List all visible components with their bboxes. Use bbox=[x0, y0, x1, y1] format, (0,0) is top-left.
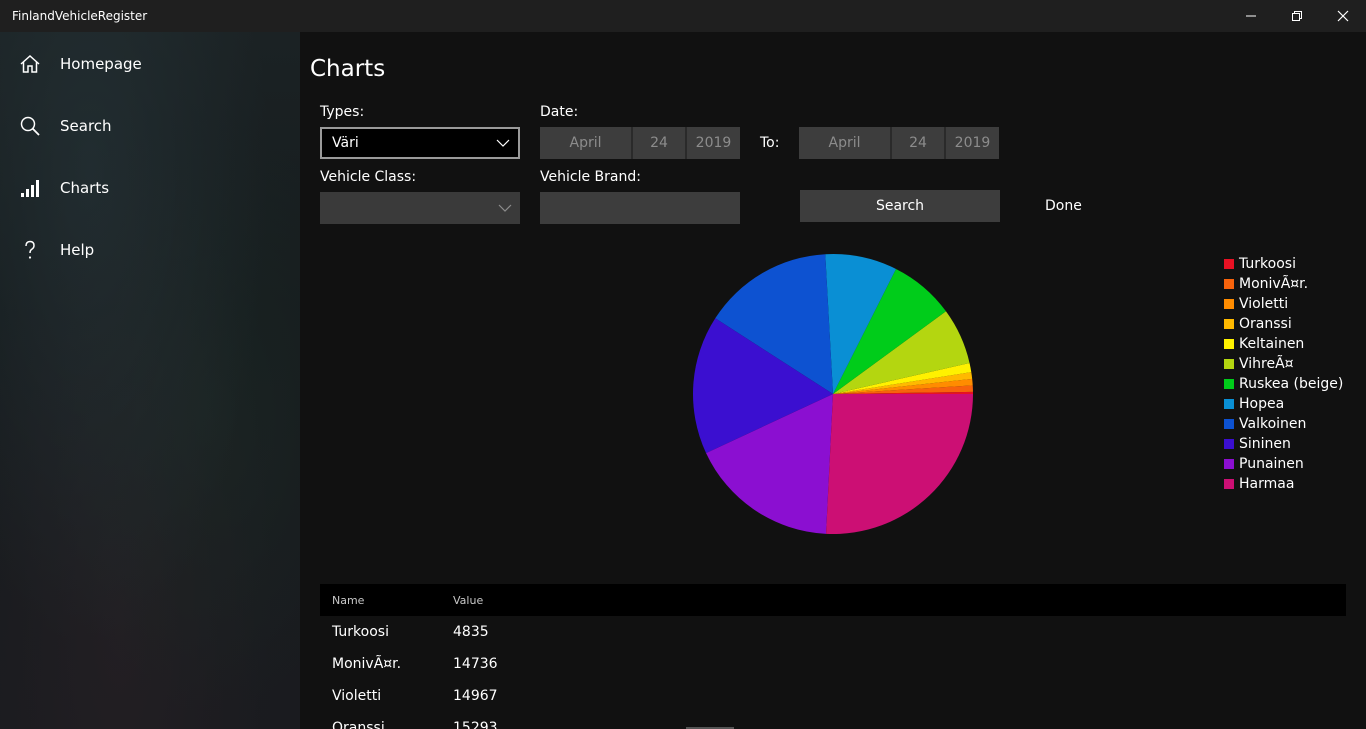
date-label: Date: bbox=[540, 104, 579, 120]
search-button[interactable]: Search bbox=[800, 190, 1000, 222]
legend-item: Keltainen bbox=[1224, 334, 1343, 354]
sidebar: Homepage Search Charts Help bbox=[0, 32, 300, 729]
legend-swatch bbox=[1224, 439, 1234, 449]
table-row[interactable]: Violetti 14967 bbox=[320, 680, 1346, 712]
to-month: April bbox=[828, 135, 861, 151]
legend-swatch bbox=[1224, 339, 1234, 349]
app-title: FinlandVehicleRegister bbox=[12, 9, 148, 23]
column-header-name: Name bbox=[332, 594, 365, 607]
from-year: 2019 bbox=[685, 127, 740, 159]
close-icon bbox=[1337, 10, 1349, 22]
chevron-down-icon bbox=[498, 204, 512, 212]
legend-label: Sininen bbox=[1239, 436, 1291, 452]
restore-icon bbox=[1292, 11, 1302, 21]
page-title: Charts bbox=[310, 56, 386, 82]
legend-label: Oranssi bbox=[1239, 316, 1292, 332]
nav-label: Homepage bbox=[60, 55, 142, 73]
nav-item-charts[interactable]: Charts bbox=[0, 164, 300, 212]
nav-item-help[interactable]: Help bbox=[0, 226, 300, 274]
bar-chart-icon bbox=[18, 176, 42, 200]
types-dropdown[interactable]: Väri bbox=[320, 127, 520, 159]
row-value: 14967 bbox=[453, 688, 498, 704]
legend-swatch bbox=[1224, 279, 1234, 289]
vehicle-brand-label: Vehicle Brand: bbox=[540, 169, 641, 185]
row-value: 4835 bbox=[453, 624, 489, 640]
home-icon bbox=[18, 52, 42, 76]
legend-item: Turkoosi bbox=[1224, 254, 1343, 274]
from-day: 24 bbox=[631, 127, 685, 159]
legend-label: MonivÃ¤r. bbox=[1239, 276, 1309, 292]
legend-item: Sininen bbox=[1224, 434, 1343, 454]
legend-label: VihreÃ¤ bbox=[1239, 356, 1294, 372]
to-year: 2019 bbox=[944, 127, 999, 159]
from-month: April bbox=[569, 135, 602, 151]
legend-label: Harmaa bbox=[1239, 476, 1295, 492]
to-day: 24 bbox=[890, 127, 944, 159]
legend-item: MonivÃ¤r. bbox=[1224, 274, 1343, 294]
legend-item: Valkoinen bbox=[1224, 414, 1343, 434]
legend-item: Harmaa bbox=[1224, 474, 1343, 494]
legend-label: Punainen bbox=[1239, 456, 1304, 472]
close-button[interactable] bbox=[1320, 0, 1366, 32]
types-value: Väri bbox=[332, 135, 359, 151]
legend-swatch bbox=[1224, 399, 1234, 409]
row-name: Oranssi bbox=[332, 720, 385, 729]
legend-item: Ruskea (beige) bbox=[1224, 374, 1343, 394]
pie-slice-harmaa bbox=[826, 394, 973, 535]
question-icon bbox=[18, 238, 42, 262]
types-label: Types: bbox=[320, 104, 365, 120]
pie-chart bbox=[692, 254, 973, 535]
legend-swatch bbox=[1224, 459, 1234, 469]
legend-item: VihreÃ¤ bbox=[1224, 354, 1343, 374]
legend-item: Hopea bbox=[1224, 394, 1343, 414]
row-value: 14736 bbox=[453, 656, 498, 672]
legend-label: Hopea bbox=[1239, 396, 1285, 412]
legend-label: Ruskea (beige) bbox=[1239, 376, 1344, 392]
legend-label: Valkoinen bbox=[1239, 416, 1307, 432]
table-row[interactable]: Oranssi 15293 bbox=[320, 712, 1346, 729]
table-row[interactable]: MonivÃ¤r. 14736 bbox=[320, 648, 1346, 680]
legend-swatch bbox=[1224, 479, 1234, 489]
minimize-button[interactable] bbox=[1228, 0, 1274, 32]
nav-label: Charts bbox=[60, 179, 110, 197]
row-value: 15293 bbox=[453, 720, 498, 729]
vehicle-class-label: Vehicle Class: bbox=[320, 169, 417, 185]
legend-item: Violetti bbox=[1224, 294, 1343, 314]
legend-swatch bbox=[1224, 319, 1234, 329]
legend-swatch bbox=[1224, 299, 1234, 309]
to-label: To: bbox=[760, 135, 780, 151]
to-date-picker[interactable]: April 24 2019 bbox=[799, 127, 999, 159]
row-name: MonivÃ¤r. bbox=[332, 656, 402, 672]
row-name: Violetti bbox=[332, 688, 382, 704]
vehicle-brand-input[interactable] bbox=[540, 192, 740, 224]
vehicle-class-dropdown[interactable] bbox=[320, 192, 520, 224]
restore-button[interactable] bbox=[1274, 0, 1320, 32]
from-date-picker[interactable]: April 24 2019 bbox=[540, 127, 740, 159]
legend-label: Violetti bbox=[1239, 296, 1289, 312]
legend-item: Punainen bbox=[1224, 454, 1343, 474]
nav-item-search[interactable]: Search bbox=[0, 102, 300, 150]
legend-swatch bbox=[1224, 359, 1234, 369]
legend-label: Keltainen bbox=[1239, 336, 1305, 352]
legend-label: Turkoosi bbox=[1239, 256, 1296, 272]
nav-label: Search bbox=[60, 117, 112, 135]
table-row[interactable]: Turkoosi 4835 bbox=[320, 616, 1346, 648]
status-text: Done bbox=[1045, 198, 1082, 214]
title-bar: FinlandVehicleRegister bbox=[0, 0, 1366, 32]
legend-item: Oranssi bbox=[1224, 314, 1343, 334]
legend-swatch bbox=[1224, 259, 1234, 269]
chart-legend: Turkoosi MonivÃ¤r. Violetti Oranssi Keltaine… bbox=[1224, 254, 1343, 494]
table-header: Name Value bbox=[320, 584, 1346, 616]
nav-item-homepage[interactable]: Homepage bbox=[0, 40, 300, 88]
chevron-down-icon bbox=[496, 139, 510, 147]
main-content: Charts Types: Väri Date: April 24 2019 T… bbox=[300, 32, 1366, 729]
legend-swatch bbox=[1224, 379, 1234, 389]
column-header-value: Value bbox=[453, 594, 484, 607]
row-name: Turkoosi bbox=[332, 624, 389, 640]
search-icon bbox=[18, 114, 42, 138]
nav-label: Help bbox=[60, 241, 95, 259]
legend-swatch bbox=[1224, 419, 1234, 429]
minimize-icon bbox=[1246, 15, 1256, 17]
